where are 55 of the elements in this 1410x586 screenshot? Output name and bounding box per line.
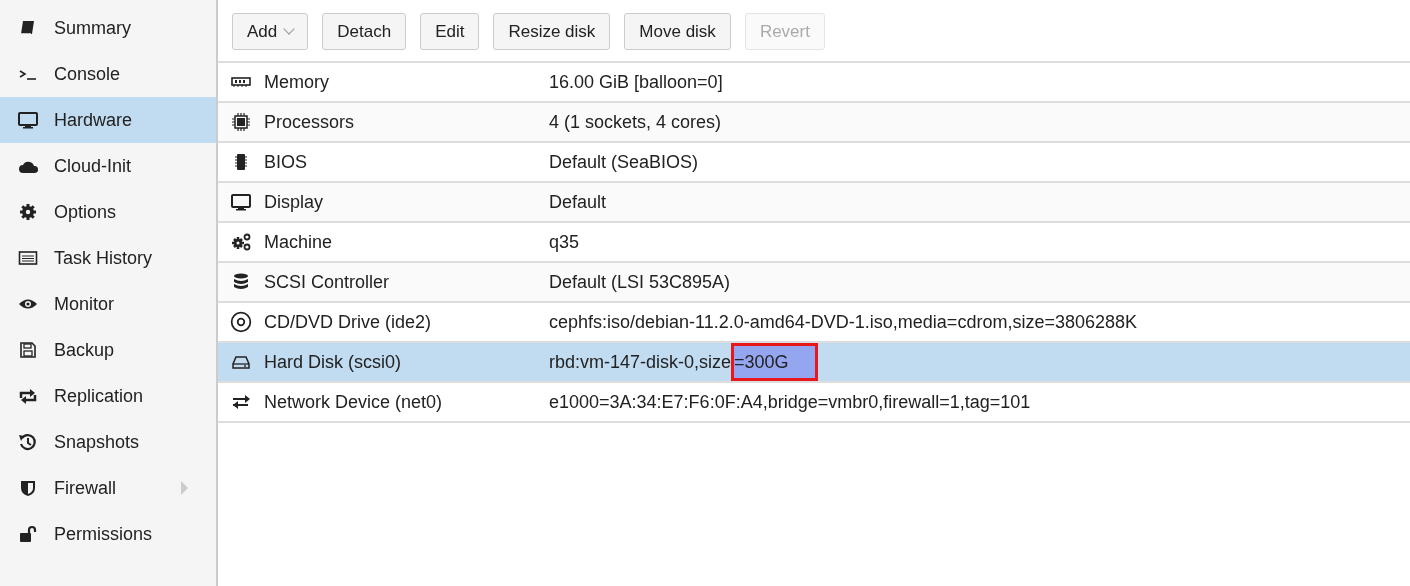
toolbar-button[interactable]: Move disk [624, 13, 731, 50]
expand-arrow-icon[interactable] [181, 481, 188, 495]
toolbar-button[interactable]: Detach [322, 13, 407, 50]
table-row[interactable]: Hard Disk (scsi0) rbd:vm-147-disk-0,size =300G [218, 343, 1410, 383]
unlocked-padlock-icon [18, 524, 38, 544]
table-cell-text: Network Device (net0) [264, 391, 444, 413]
repeat-icon [17, 386, 39, 406]
table-cell: e1000=3A:34:E7:F6:0F:A4,bridge=vmbr0,firewall=1,tag=101 [549, 391, 1031, 413]
exchange-arrows-icon [230, 392, 252, 412]
sidebar-item[interactable]: Backup [0, 327, 216, 373]
gear-icon [18, 202, 38, 222]
sidebar-item[interactable]: Monitor [0, 281, 216, 327]
history-icon [18, 432, 38, 452]
table-cell-text: Memory [264, 71, 330, 93]
table-cell-text: Machine [264, 231, 334, 253]
toolbar-button[interactable]: Resize disk [493, 13, 611, 50]
monitor-icon [231, 192, 251, 212]
toolbar-button[interactable]: Add [232, 13, 309, 50]
monitor-icon [18, 110, 38, 130]
sidebar-item[interactable]: Replication [0, 373, 216, 419]
table-cell-text: Processors [264, 111, 356, 133]
table-cell: rbd:vm-147-disk-0,size [549, 351, 732, 373]
sidebar-item[interactable]: Firewall [0, 465, 216, 511]
gears-icon [230, 232, 252, 252]
table-cell: q35 [549, 231, 580, 253]
sidebar-item[interactable]: Snapshots [0, 419, 216, 465]
table-cell-text: SCSI Controller [264, 271, 391, 293]
sidebar-item[interactable]: Summary [0, 5, 216, 51]
table-cell: Default (SeaBIOS) [549, 151, 699, 173]
sidebar-item[interactable]: Console [0, 51, 216, 97]
sidebar-item[interactable]: Task History [0, 235, 216, 281]
disc-icon [230, 311, 252, 333]
shield-icon [18, 478, 38, 498]
table-cell: Default (LSI 53C895A) [549, 271, 731, 293]
sidebar-item[interactable]: Cloud-Init [0, 143, 216, 189]
sidebar-item[interactable]: Permissions [0, 511, 216, 557]
table-cell-text: BIOS [264, 151, 308, 173]
processor-icon [231, 112, 251, 132]
table-cell-text: Display [264, 191, 325, 213]
toolbar-button[interactable]: Edit [420, 13, 480, 50]
highlighted-text: =300G [731, 343, 818, 381]
sidebar-item[interactable]: Options [0, 189, 216, 235]
list-icon [18, 248, 38, 268]
table-cell: cephfs:iso/debian-11.2.0-amd64-DVD-1.iso,media=cdrom,size=3806288K [549, 311, 1137, 333]
table-cell: Default [549, 191, 607, 213]
table-cell-text: CD/DVD Drive (ide2) [264, 311, 433, 333]
table-row[interactable]: Display Default [218, 183, 1410, 223]
table-cell: 16.00 GiB [balloon=0] [549, 71, 723, 93]
table-row[interactable]: SCSI Controller Default (LSI 53C895A) [218, 263, 1410, 303]
table-cell-text: Hard Disk (scsi0) [264, 351, 402, 373]
table-row[interactable]: Processors 4 (1 sockets, 4 cores) [218, 103, 1410, 143]
table-row[interactable]: Network Device (net0) e1000=3A:34:E7:F6:0F:A4,bridge=vmbr0,firewall=1,tag=101 [218, 383, 1410, 423]
database-icon [231, 272, 251, 292]
sidebar-item[interactable]: Hardware [0, 97, 216, 143]
table-cell: 4 (1 sockets, 4 cores) [549, 111, 722, 133]
